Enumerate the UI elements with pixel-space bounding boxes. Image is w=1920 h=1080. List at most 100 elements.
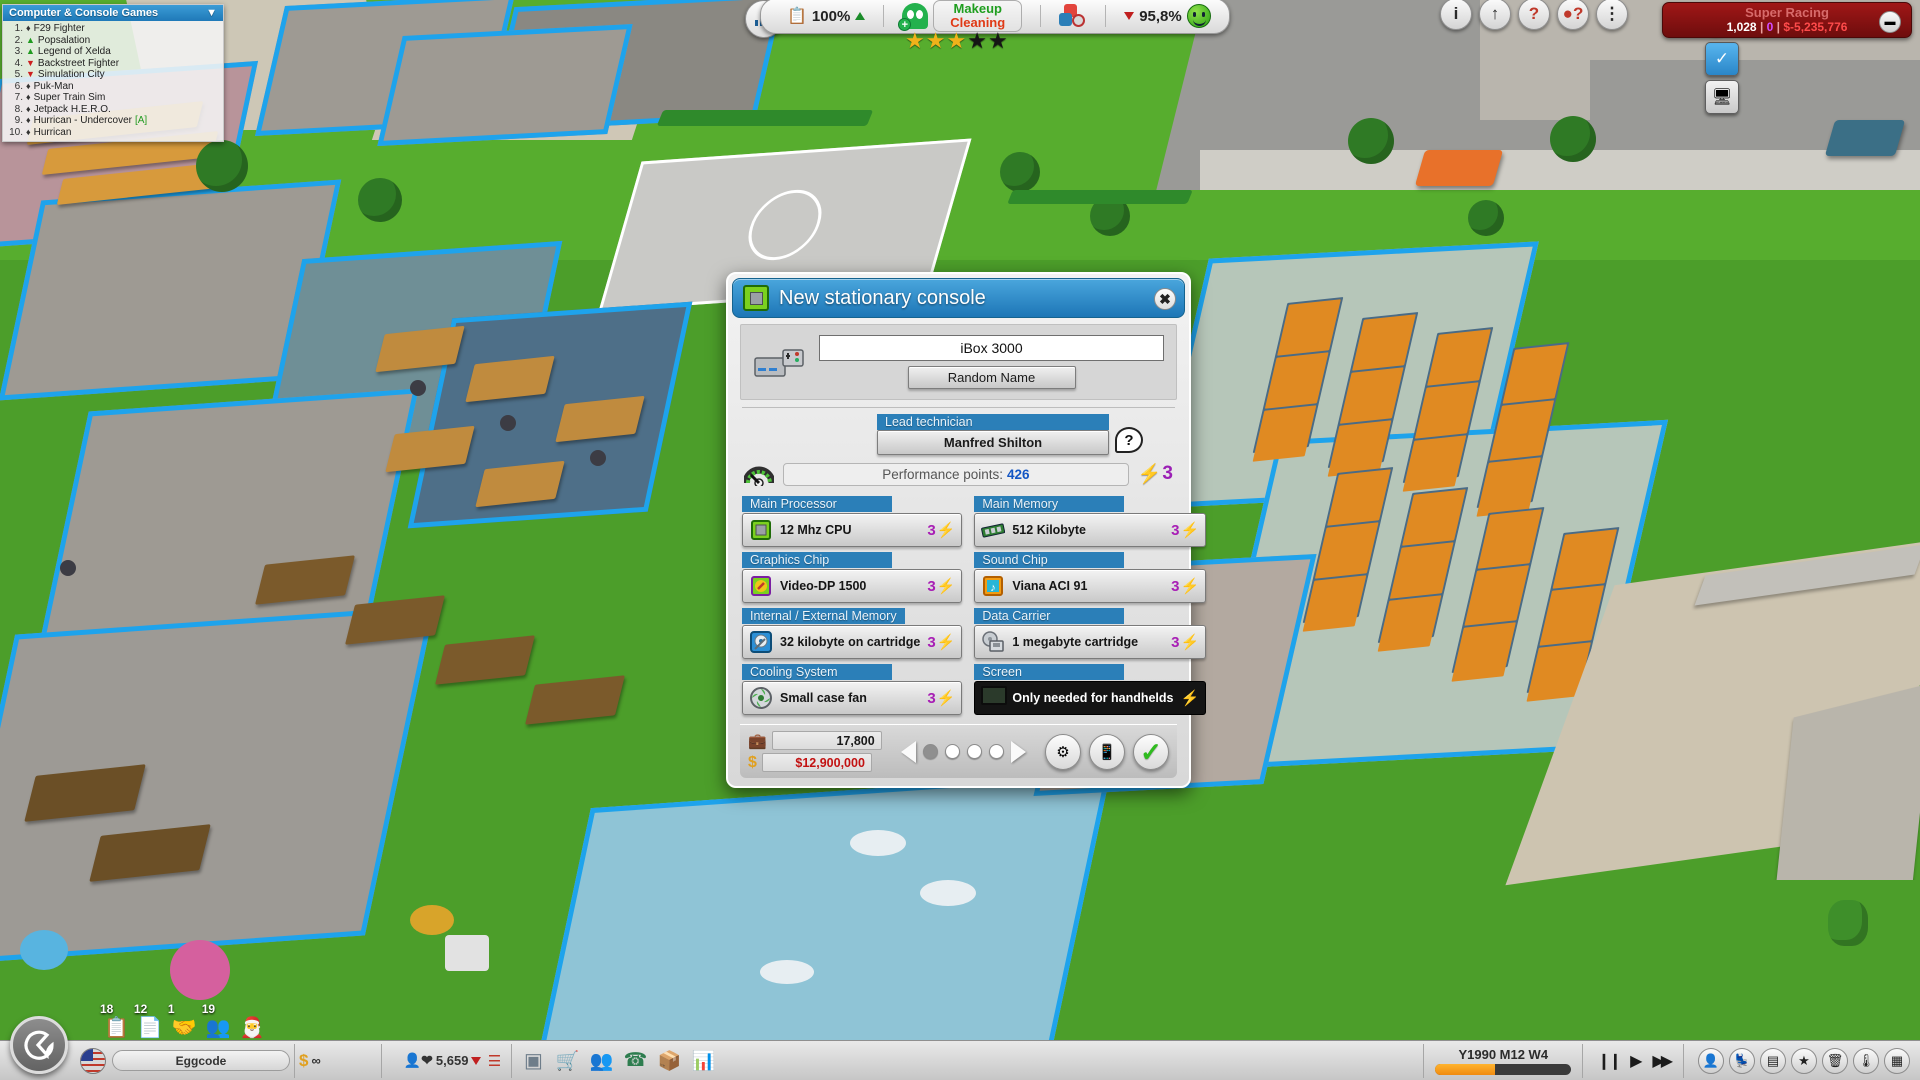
tech-info-button[interactable]: ⚙ — [1045, 733, 1081, 770]
page-dot-2[interactable] — [944, 744, 960, 759]
component-button[interactable]: 1 megabyte cartridge 3 ⚡ — [974, 625, 1207, 659]
help-red-button[interactable]: ? — [1518, 0, 1550, 30]
component-cell: Graphics Chip Video-DP 1500 3 ⚡ — [742, 551, 963, 603]
deal-handshake-icon[interactable]: 1 🤝 — [168, 1002, 197, 1040]
phone-button[interactable]: ☎ — [618, 1044, 652, 1078]
fan-icon — [749, 686, 773, 710]
game-chart-panel[interactable]: Computer & Console Games ▼ 1. ♦ F29 Fighte… — [2, 4, 224, 142]
list-item[interactable]: 3. ▲ Legend of Xelda — [7, 46, 219, 58]
people-icon: 👥 — [589, 1050, 614, 1072]
build-cube-button[interactable]: ▣ — [516, 1044, 550, 1078]
company-name-field[interactable]: Eggcode — [112, 1050, 290, 1071]
list-item[interactable]: 5. ▼ Simulation City — [7, 69, 219, 81]
furniture-button[interactable]: 💺 — [1729, 1047, 1755, 1074]
list-red-icon[interactable]: ☰ — [481, 1048, 507, 1074]
delete-button[interactable]: 🗑 — [1822, 1047, 1848, 1074]
page-dot-4[interactable] — [988, 744, 1004, 759]
ram-stick-icon — [981, 518, 1006, 542]
new-stationary-console-dialog[interactable]: New stationary console ✖ Random Name — [726, 272, 1207, 788]
arrow-right-icon[interactable] — [1010, 740, 1026, 763]
star-filled: ★ — [925, 28, 946, 53]
console-tile-button[interactable]: 🖥 — [1705, 80, 1739, 114]
component-button[interactable]: 12 Mhz CPU 3 ⚡ — [742, 513, 963, 547]
shop-cart-button[interactable]: 🛒 — [550, 1044, 584, 1078]
data-carrier-icon — [981, 630, 1005, 654]
upgrade-button[interactable]: ↑ — [1479, 0, 1511, 30]
component-rating: ⚡ — [1181, 689, 1200, 707]
fans-indicator[interactable]: 👤❤ 5,659 — [404, 1052, 482, 1069]
list-item-label: F29 Fighter — [33, 23, 85, 34]
eggcode-logo-icon[interactable] — [10, 1016, 68, 1074]
editor-buttons[interactable]: 👤 💺 ▤ ★ 🗑 🌡 ▦ — [1698, 1047, 1910, 1074]
component-value: 512 Kilobyte — [1012, 523, 1086, 537]
staff-button[interactable]: 👥 — [584, 1044, 618, 1078]
component-button[interactable]: 32 kilobyte on cartridge 3 ⚡ — [742, 625, 963, 659]
santa-hat-icon[interactable]: 🎅 — [240, 1015, 265, 1040]
contracts-done-icon[interactable]: 18 📋 — [100, 1002, 129, 1040]
handheld-button[interactable]: 📱 — [1089, 733, 1125, 770]
contracts-pending-icon[interactable]: 12 📄 — [134, 1002, 163, 1040]
list-item[interactable]: 7. ♦ Super Train Sim — [7, 92, 219, 104]
page-dot-1[interactable] — [922, 744, 938, 759]
component-button[interactable]: 512 Kilobyte 3 ⚡ — [974, 513, 1207, 547]
minimize-icon[interactable]: ▬ — [1879, 11, 1901, 33]
trend-eq-icon: ♦ — [26, 23, 31, 33]
game-chart-list[interactable]: 1. ♦ F29 Fighter 2. ▲ Popsalation 3. ▲ Legend of… — [3, 21, 223, 141]
tasks-tile-button[interactable]: ✓ — [1705, 42, 1739, 76]
list-item[interactable]: 6. ♦ Puk-Man — [7, 81, 219, 93]
trend-up-icon: ▲ — [26, 34, 35, 45]
component-value: Viana ACI 91 — [1012, 579, 1088, 593]
random-name-button[interactable]: Random Name — [907, 366, 1076, 389]
question-bubble-icon[interactable]: ? — [1115, 427, 1143, 453]
overlay-status-icons[interactable]: 18 📋 12 📄 1 🤝 19 👥 🎅 — [100, 1002, 265, 1040]
fast-forward-button[interactable]: ▶▶ — [1652, 1051, 1673, 1071]
page-dot-3[interactable] — [966, 744, 982, 759]
mood-indicator[interactable]: 95,8% — [1116, 4, 1219, 28]
component-rating: 3 ⚡ — [1171, 577, 1199, 596]
satisfaction-indicator[interactable]: 📋 100% — [779, 6, 873, 26]
staff-group-icon[interactable]: 19 👥 — [202, 1002, 231, 1040]
list-item[interactable]: 4. ▼ Backstreet Fighter — [7, 58, 219, 70]
play-button[interactable]: ▶ — [1630, 1051, 1642, 1071]
confirm-check-icon: ✓ — [1140, 736, 1162, 767]
research-indicator[interactable] — [1051, 4, 1095, 28]
component-button[interactable]: ♪ Viana ACI 91 3 ⚡ — [974, 569, 1207, 603]
staff-help-button[interactable]: ●? — [1557, 0, 1589, 30]
chevron-down-icon[interactable]: ▼ — [206, 7, 217, 19]
favorites-button[interactable]: ★ — [1791, 1047, 1817, 1074]
employee-button[interactable]: 👤 — [1698, 1047, 1724, 1074]
list-item[interactable]: 2. ▲ Popsalation — [7, 35, 219, 47]
component-label: Graphics Chip — [742, 552, 892, 568]
arrow-left-icon[interactable] — [900, 740, 916, 763]
component-button[interactable]: Video-DP 1500 3 ⚡ — [742, 569, 963, 603]
bottom-toolbar[interactable]: Eggcode $ ∞ 👤❤ 5,659 ☰ ▣ 🛒 👥 ☎ 📦 📊 Y1990… — [0, 1040, 1920, 1080]
rooms-button[interactable]: ▤ — [1760, 1047, 1786, 1074]
list-item[interactable]: 9. ♦ Hurrican - Undercover [A] — [7, 115, 219, 127]
statistics-button[interactable]: 📊 — [686, 1044, 720, 1078]
publish-box-button[interactable]: 📦 — [652, 1044, 686, 1078]
list-item-label: Simulation City — [37, 69, 105, 80]
more-options-button[interactable]: ⋮ — [1596, 0, 1628, 30]
info-button[interactable]: i — [1440, 0, 1472, 30]
dev-cost-value: 17,800 — [771, 731, 882, 750]
list-item[interactable]: 10. ♦ Hurrican — [7, 127, 219, 139]
bolt-icon: ⚡ — [1137, 463, 1162, 485]
temperature-button[interactable]: 🌡 — [1853, 1047, 1879, 1074]
component-rating-value: 3 — [927, 633, 936, 651]
page-navigator[interactable] — [890, 740, 1037, 763]
floor-button[interactable]: ▦ — [1884, 1047, 1910, 1074]
list-item[interactable]: 8. ♦ Jetpack H.E.R.O. — [7, 104, 219, 116]
component-button[interactable]: Small case fan 3 ⚡ — [742, 681, 963, 715]
list-item[interactable]: 1. ♦ F29 Fighter — [7, 23, 219, 35]
confirm-button[interactable]: ✓ — [1133, 733, 1169, 770]
lead-technician-button[interactable]: Manfred Shilton — [877, 430, 1109, 455]
active-project-bar[interactable]: Super Racing 1,028 | 0 | $-5,235,776 ▬ — [1662, 2, 1912, 38]
hud-action-buttons[interactable]: i ↑ ? ●? ⋮ — [1440, 0, 1628, 30]
console-name-input[interactable] — [819, 335, 1164, 361]
speed-controls[interactable]: ❙❙ ▶ ▶▶ — [1597, 1051, 1673, 1071]
game-chart-header[interactable]: Computer & Console Games ▼ — [3, 5, 223, 21]
pause-button[interactable]: ❙❙ — [1597, 1051, 1622, 1071]
component-cell: Cooling System Small case fan 3 ⚡ — [742, 663, 963, 715]
console-device-icon: 🖥 — [1711, 89, 1733, 106]
close-icon[interactable]: ✖ — [1154, 288, 1176, 310]
